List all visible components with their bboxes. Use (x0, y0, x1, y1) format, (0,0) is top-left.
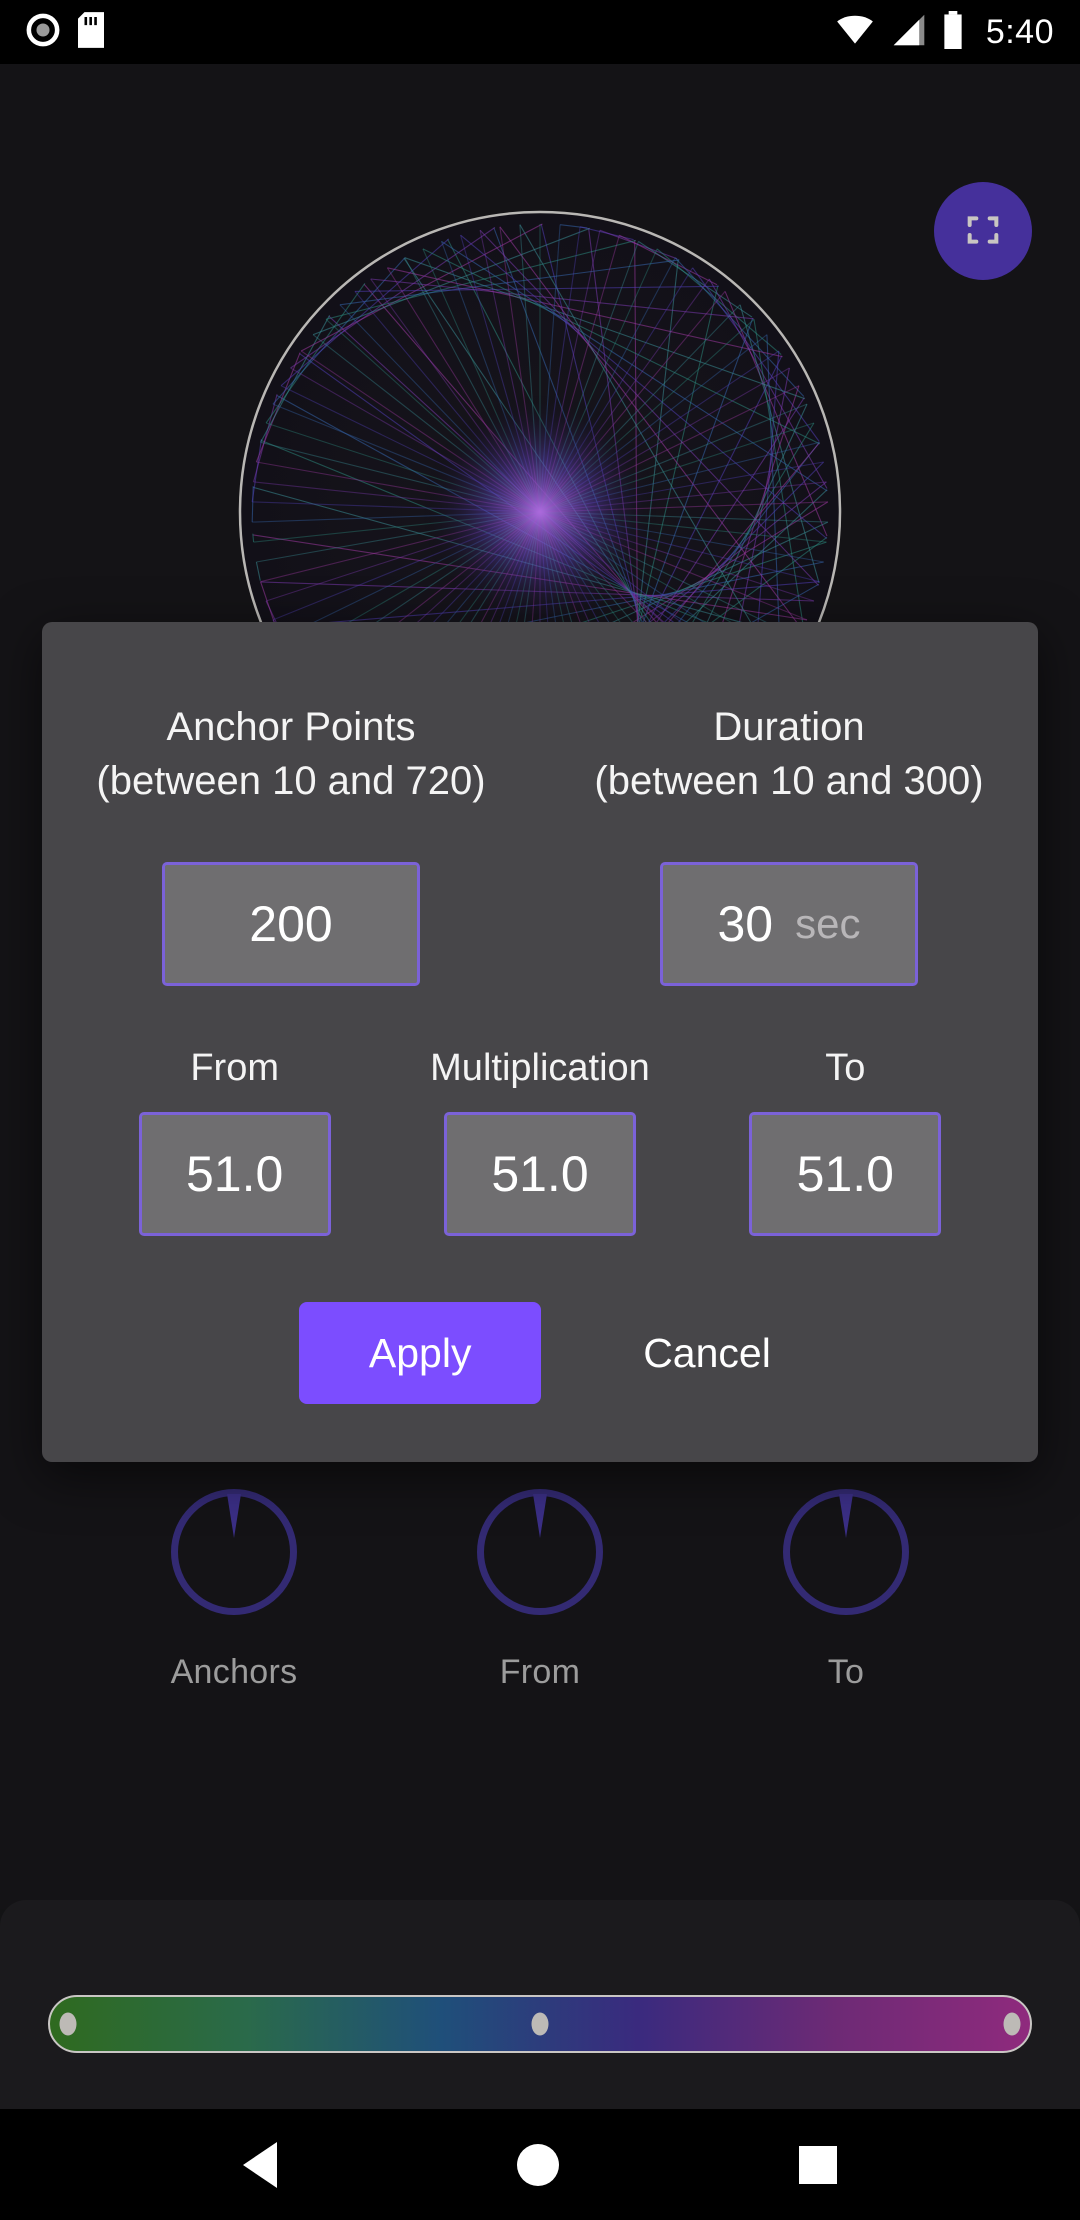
knob-row: Anchors From To (0, 1489, 1080, 1749)
duration-label-group: Duration (between 10 and 300) (540, 700, 1038, 808)
duration-unit: sec (795, 900, 861, 947)
color-slider-panel (0, 1900, 1080, 2115)
from-value: 51.0 (185, 1146, 284, 1202)
status-bar-left-icons (26, 11, 104, 53)
knob-label: To (827, 1653, 865, 1691)
knob-from[interactable]: From (433, 1489, 648, 1749)
apply-button[interactable]: Apply (299, 1302, 542, 1404)
status-bar-right-icons: 5:40 (834, 10, 1054, 54)
settings-dialog: Anchor Points (between 10 and 720) Durat… (42, 622, 1038, 1462)
duration-value: 30 (717, 896, 774, 952)
fullscreen-icon-button[interactable] (934, 182, 1032, 280)
dialog-top-fields: 200 30 sec (42, 862, 1038, 986)
to-field-cell: 51.0 (693, 1112, 998, 1236)
from-field-cell: 51.0 (82, 1112, 387, 1236)
knob-pointer (227, 1494, 241, 1538)
status-bar: 5:40 (0, 0, 1080, 64)
multiplication-field-cell: 51.0 (387, 1112, 692, 1236)
from-label-cell: From (82, 1047, 387, 1090)
gradient-handle-end[interactable] (1003, 2012, 1021, 2036)
back-triangle-icon[interactable] (243, 2141, 277, 2188)
status-bar-clock: 5:40 (985, 12, 1054, 51)
wifi-icon (834, 13, 876, 52)
duration-title: Duration (713, 705, 865, 749)
multiplication-input[interactable]: 51.0 (443, 1112, 636, 1236)
knob-dial[interactable] (783, 1489, 909, 1615)
cancel-button[interactable]: Cancel (633, 1330, 781, 1377)
signal-icon (890, 13, 928, 52)
to-input[interactable]: 51.0 (749, 1112, 942, 1236)
knob-label: Anchors (170, 1653, 298, 1691)
anchor-points-input[interactable]: 200 (162, 862, 420, 986)
system-navigation-bar (0, 2109, 1080, 2220)
knob-dial[interactable] (477, 1489, 603, 1615)
home-circle-icon[interactable] (517, 2143, 559, 2186)
dialog-mid-fields: 51.0 51.0 51.0 (82, 1112, 998, 1236)
anchor-points-title: Anchor Points (166, 705, 416, 749)
gradient-handle-middle[interactable] (531, 2012, 549, 2036)
knob-pointer (533, 1494, 547, 1538)
to-label: To (825, 1047, 866, 1089)
knob-label: From (499, 1653, 581, 1691)
color-gradient-slider[interactable] (48, 1995, 1032, 2053)
duration-input[interactable]: 30 sec (660, 862, 918, 986)
from-input[interactable]: 51.0 (138, 1112, 331, 1236)
knob-to[interactable]: To (739, 1489, 954, 1749)
knob-anchors[interactable]: Anchors (127, 1489, 342, 1749)
gradient-handle-start[interactable] (59, 2012, 77, 2036)
record-icon (26, 13, 60, 52)
anchor-points-value: 200 (249, 896, 333, 952)
anchor-points-range: (between 10 and 720) (96, 759, 486, 803)
multiplication-label: Multiplication (430, 1047, 650, 1089)
to-value: 51.0 (796, 1146, 894, 1202)
recents-square-icon[interactable] (799, 2145, 837, 2184)
multiplication-label-cell: Multiplication (387, 1047, 692, 1090)
duration-range: (between 10 and 300) (594, 759, 984, 803)
fullscreen-icon (963, 210, 1003, 253)
to-label-cell: To (693, 1047, 998, 1090)
knob-pointer (839, 1494, 853, 1538)
multiplication-value: 51.0 (491, 1146, 589, 1202)
sd-card-icon (78, 11, 104, 53)
anchor-points-label-group: Anchor Points (between 10 and 720) (42, 700, 540, 808)
dialog-mid-labels: From Multiplication To (82, 1047, 998, 1090)
phone-screen: 5:40 Anchors From To Anchor Points (betw… (0, 0, 1080, 2220)
from-label: From (190, 1047, 279, 1089)
dialog-actions: Apply Cancel (42, 1302, 1038, 1404)
dialog-top-labels: Anchor Points (between 10 and 720) Durat… (42, 700, 1038, 808)
battery-icon (942, 10, 964, 54)
anchor-points-field-cell: 200 (42, 862, 540, 986)
duration-field-cell: 30 sec (540, 862, 1038, 986)
knob-dial[interactable] (171, 1489, 297, 1615)
